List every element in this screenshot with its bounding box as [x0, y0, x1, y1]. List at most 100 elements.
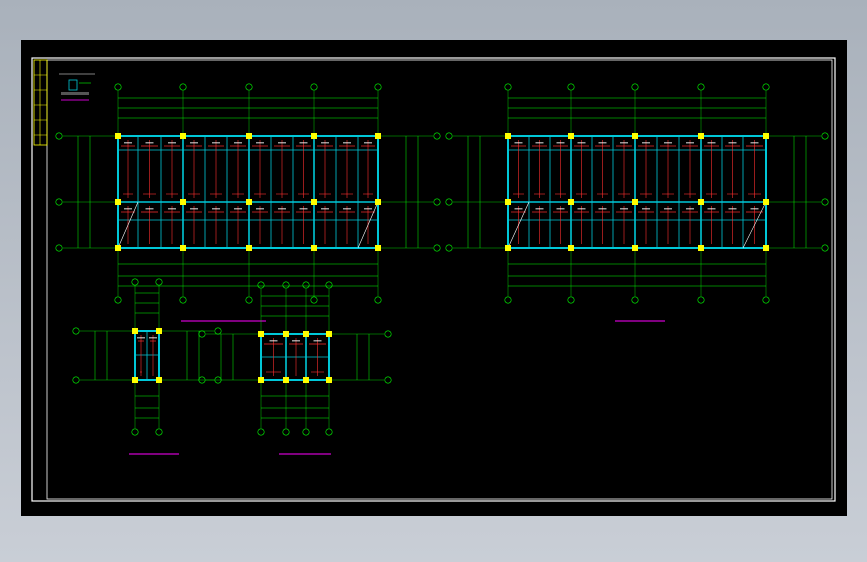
axis-bubble — [433, 244, 441, 252]
axis-bubble — [325, 428, 333, 436]
column — [568, 245, 574, 251]
rebar-label — [256, 208, 264, 210]
column — [258, 331, 264, 337]
axis-bubble — [198, 330, 206, 338]
column — [246, 199, 252, 205]
axis-bubble — [697, 296, 705, 304]
rebar-label — [707, 142, 716, 144]
axis-bubble — [55, 198, 63, 206]
column — [698, 133, 704, 139]
column — [632, 199, 638, 205]
axis-bubble — [179, 83, 187, 91]
axis-bubble — [179, 296, 187, 304]
axis-bubble — [155, 278, 163, 286]
axis-bubble — [302, 428, 310, 436]
rebar-label — [642, 208, 650, 210]
axis-bubble — [821, 198, 829, 206]
axis-bubble — [55, 244, 63, 252]
rebar-label — [321, 208, 329, 210]
rebar-label — [299, 142, 308, 144]
rebar-label — [145, 142, 154, 144]
axis-bubble — [697, 83, 705, 91]
rebar-label — [364, 208, 372, 210]
axis-bubble — [384, 376, 392, 384]
rebar-label — [256, 142, 264, 144]
detail-small — [72, 278, 222, 455]
rebar-label — [269, 340, 278, 342]
axis-bubble — [282, 281, 290, 289]
axis-bubble — [72, 376, 80, 384]
column — [156, 377, 162, 383]
rebar-label — [556, 142, 565, 144]
axis-bubble — [631, 296, 639, 304]
perimeter-beam — [507, 135, 767, 249]
plan-left — [55, 83, 441, 322]
axis-bubble — [310, 296, 318, 304]
axis-bubble — [445, 244, 453, 252]
axis-bubble — [504, 83, 512, 91]
rebar-label — [750, 142, 759, 144]
cad-drawing — [31, 57, 836, 502]
rebar-label — [598, 142, 607, 144]
axis-bubble — [310, 83, 318, 91]
rebar-label — [190, 142, 198, 144]
column — [568, 199, 574, 205]
rebar-label — [514, 142, 523, 144]
rebar-label — [620, 142, 628, 144]
column — [763, 133, 769, 139]
axis-bubble — [445, 132, 453, 140]
rebar-label — [686, 208, 694, 210]
column — [246, 245, 252, 251]
legend-symbol — [59, 73, 95, 101]
axis-bubble — [245, 296, 253, 304]
axis-bubble — [257, 281, 265, 289]
column — [311, 199, 317, 205]
rebar-label — [664, 142, 672, 144]
column — [326, 331, 332, 337]
axis-bubble — [282, 428, 290, 436]
axis-bubble — [504, 296, 512, 304]
column — [505, 199, 511, 205]
rebar-label — [664, 208, 672, 210]
column — [283, 377, 289, 383]
inner-frame — [46, 59, 833, 500]
rebar-label — [343, 208, 351, 210]
rebar-label — [707, 208, 716, 210]
axis-bubble — [131, 278, 139, 286]
rebar-label — [145, 208, 154, 210]
axis-bubble — [131, 428, 139, 436]
axis-bubble — [374, 296, 382, 304]
column — [505, 133, 511, 139]
rebar-label — [137, 337, 145, 339]
column — [311, 245, 317, 251]
rebar-label — [124, 142, 132, 144]
column — [375, 199, 381, 205]
axis-bubble — [384, 330, 392, 338]
rebar-label — [598, 208, 607, 210]
column — [375, 245, 381, 251]
column — [303, 331, 309, 337]
axis-bubble — [821, 132, 829, 140]
rebar-label — [577, 208, 586, 210]
axis-bubble — [302, 281, 310, 289]
rebar-label — [149, 337, 157, 339]
rebar-label — [535, 142, 544, 144]
legend-strip — [33, 59, 48, 146]
rebar-label — [168, 142, 176, 144]
axis-bubble — [245, 83, 253, 91]
outer-frame — [31, 57, 836, 502]
axis-bubble — [155, 428, 163, 436]
axis-bubble — [257, 428, 265, 436]
column — [632, 245, 638, 251]
axis-bubble — [433, 132, 441, 140]
column — [156, 328, 162, 334]
rebar-label — [620, 208, 628, 210]
column — [180, 245, 186, 251]
column — [311, 133, 317, 139]
axis-bubble — [567, 83, 575, 91]
rebar-label — [728, 208, 737, 210]
rebar-label — [212, 208, 220, 210]
rebar-label — [292, 340, 300, 342]
rebar-label — [190, 208, 198, 210]
rebar-label — [234, 142, 242, 144]
